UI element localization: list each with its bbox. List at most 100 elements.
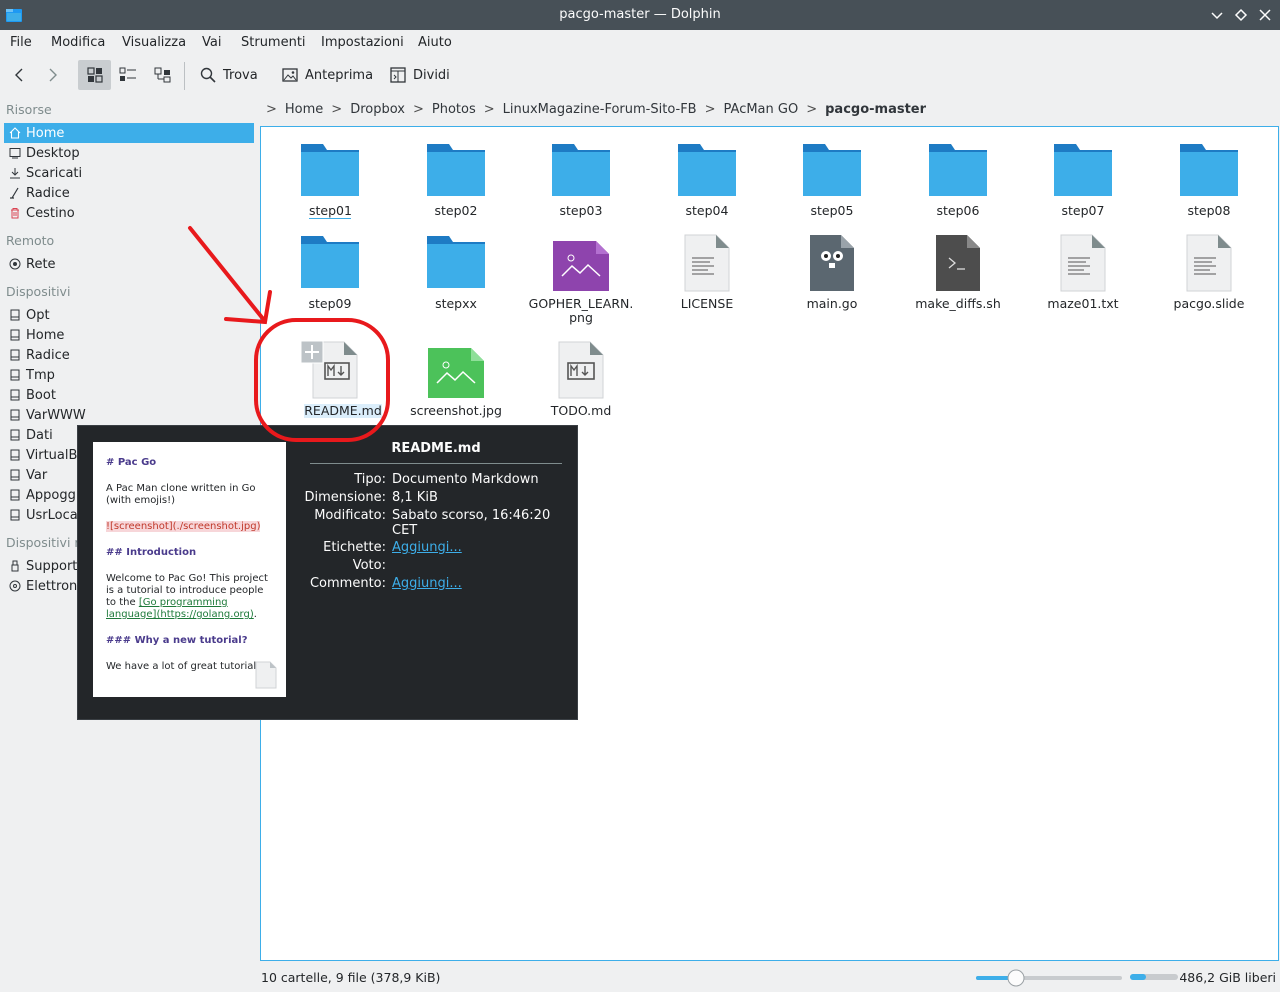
minimize-icon[interactable] bbox=[1208, 6, 1226, 24]
file-name: README.md bbox=[304, 403, 382, 418]
desktop-icon bbox=[9, 148, 21, 159]
file-name: step05 bbox=[810, 203, 854, 218]
file-name: step08 bbox=[1187, 203, 1231, 218]
crumb-linuxmagazine[interactable]: LinuxMagazine-Forum-Sito-FB bbox=[503, 102, 697, 117]
tooltip-divider bbox=[310, 463, 562, 464]
crumb-dropbox[interactable]: Dropbox bbox=[350, 102, 405, 117]
free-space: 486,2 GiB liberi bbox=[1179, 970, 1276, 985]
file-name: step07 bbox=[1061, 203, 1105, 218]
preview-link: [Go programming bbox=[138, 597, 228, 608]
sidebar-item-home[interactable]: Home bbox=[4, 123, 254, 143]
root-icon bbox=[10, 187, 19, 199]
sidebar-item-downloads[interactable]: Scaricati bbox=[4, 163, 254, 183]
menu-impostazioni[interactable]: Impostazioni bbox=[321, 35, 404, 50]
sidebar-item-opt[interactable]: Opt bbox=[4, 305, 254, 325]
section-risorse: Risorse bbox=[6, 102, 52, 117]
drive-icon bbox=[10, 429, 20, 441]
status-summary: 10 cartelle, 9 file (378,9 KiB) bbox=[261, 970, 441, 985]
sidebar-item-label: Radice bbox=[26, 347, 70, 363]
icons-view-icon bbox=[86, 67, 103, 83]
sidebar-item-tmp[interactable]: Tmp bbox=[4, 365, 254, 385]
crumb-pacman-go[interactable]: PAcMan GO bbox=[724, 102, 799, 117]
add-comment-link[interactable]: Aggiungi... bbox=[392, 576, 462, 591]
menu-aiuto[interactable]: Aiuto bbox=[418, 35, 452, 50]
toolbar-separator bbox=[184, 62, 185, 90]
status-bar: 10 cartelle, 9 file (378,9 KiB) 486,2 Gi… bbox=[260, 968, 1280, 988]
crumb-photos[interactable]: Photos bbox=[432, 102, 476, 117]
back-arrow-icon bbox=[15, 68, 23, 82]
meta-key-comment: Commento: bbox=[309, 576, 386, 591]
preview-text: to the bbox=[106, 597, 139, 608]
menu-strumenti[interactable]: Strumenti bbox=[241, 35, 306, 50]
preview-h1: # Pac Go bbox=[106, 457, 157, 468]
sidebar-item-boot[interactable]: Boot bbox=[4, 385, 254, 405]
details-view-button[interactable] bbox=[154, 60, 172, 90]
preview-label: Anteprima bbox=[305, 67, 374, 83]
sidebar-item-label: Cestino bbox=[26, 205, 75, 221]
sidebar-item-label: Home bbox=[26, 125, 65, 141]
text-file-icon bbox=[1186, 234, 1232, 292]
chevron-right-icon: > bbox=[806, 101, 818, 117]
disk-usage-bar bbox=[1130, 974, 1178, 980]
split-button[interactable]: Dividi bbox=[390, 60, 450, 90]
folder-icon bbox=[803, 144, 861, 196]
toolbar: Trova Anteprima Dividi bbox=[0, 56, 1280, 94]
menu-visualizza[interactable]: Visualizza bbox=[122, 35, 186, 50]
menu-vai[interactable]: Vai bbox=[202, 35, 221, 50]
sidebar-item-network[interactable]: Rete bbox=[4, 254, 254, 274]
sidebar-item-label: Var bbox=[26, 467, 48, 483]
file-name-ext: png bbox=[569, 310, 593, 325]
image-file-icon bbox=[428, 348, 484, 398]
close-icon[interactable] bbox=[1256, 6, 1274, 24]
menu-file[interactable]: File bbox=[10, 35, 32, 50]
drive-icon bbox=[10, 309, 20, 321]
search-icon bbox=[200, 67, 216, 83]
menu-modifica[interactable]: Modifica bbox=[51, 35, 105, 50]
icons-view-button[interactable] bbox=[78, 60, 111, 90]
sidebar-item-label: UsrLocal bbox=[26, 507, 82, 523]
forward-button[interactable] bbox=[44, 60, 62, 90]
text-file-icon bbox=[1060, 234, 1106, 292]
back-button[interactable] bbox=[10, 60, 28, 90]
compact-view-button[interactable] bbox=[119, 60, 137, 90]
window-title: pacgo-master — Dolphin bbox=[559, 7, 721, 22]
drive-icon bbox=[10, 469, 20, 481]
add-tags-link[interactable]: Aggiungi... bbox=[392, 540, 462, 555]
find-button[interactable]: Trova bbox=[200, 60, 258, 90]
menu-bar: File Modifica Visualizza Vai Strumenti I… bbox=[0, 30, 1280, 56]
go-source-icon bbox=[810, 235, 854, 291]
sidebar-item-home-device[interactable]: Home bbox=[4, 325, 254, 345]
drive-icon bbox=[10, 389, 20, 401]
sidebar-item-radice-device[interactable]: Radice bbox=[4, 345, 254, 365]
sidebar-item-label: Tmp bbox=[26, 367, 55, 383]
file-name: step06 bbox=[936, 203, 980, 218]
drive-icon bbox=[10, 449, 20, 461]
sidebar-item-label: Boot bbox=[26, 387, 56, 403]
crumb-home[interactable]: Home bbox=[285, 102, 323, 117]
forward-arrow-icon bbox=[49, 68, 57, 82]
sidebar-item-varwww[interactable]: VarWWW bbox=[4, 405, 254, 425]
chevron-right-icon: > bbox=[412, 101, 424, 117]
file-name: step09 bbox=[308, 296, 352, 311]
sidebar-item-label: Home bbox=[26, 327, 65, 343]
sidebar-item-label: Appoggi bbox=[26, 487, 80, 503]
preview-link: language](https://golang.org) bbox=[106, 609, 254, 620]
preview-text: We have a lot of great tutorials bbox=[106, 661, 262, 672]
section-remoto: Remoto bbox=[6, 233, 55, 248]
zoom-slider[interactable] bbox=[976, 969, 1122, 987]
split-view-icon bbox=[390, 67, 406, 83]
file-name: step03 bbox=[559, 203, 603, 218]
chevron-right-icon: > bbox=[266, 101, 277, 117]
sidebar-item-desktop[interactable]: Desktop bbox=[4, 143, 254, 163]
sidebar-item-label: Radice bbox=[26, 185, 70, 201]
meta-value-modified-tz: CET bbox=[392, 523, 418, 538]
meta-value-modified: Sabato scorso, 16:46:20 bbox=[392, 508, 551, 523]
sidebar-item-trash[interactable]: Cestino bbox=[4, 203, 254, 223]
crumb-current[interactable]: pacgo-master bbox=[825, 102, 926, 117]
sidebar-item-label: Dati bbox=[26, 427, 53, 443]
file-name: GOPHER_LEARN. bbox=[528, 296, 634, 311]
drive-icon bbox=[10, 489, 20, 501]
preview-button[interactable]: Anteprima bbox=[282, 60, 373, 90]
maximize-icon[interactable] bbox=[1232, 6, 1250, 24]
sidebar-item-root[interactable]: Radice bbox=[4, 183, 254, 203]
